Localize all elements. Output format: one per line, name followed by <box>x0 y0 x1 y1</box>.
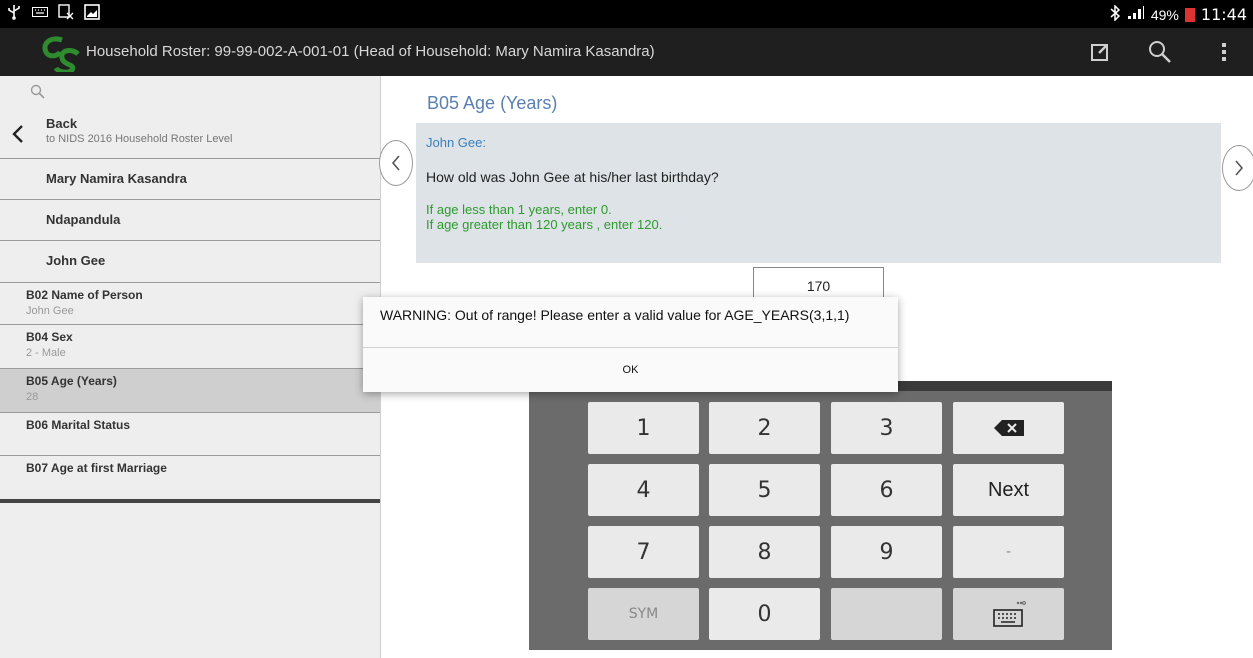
case-tree-sidebar: Back to NIDS 2016 Household Roster Level… <box>0 76 381 658</box>
field-name: B07 Age at first Marriage <box>26 461 167 475</box>
field-value: 2 - Male <box>26 347 66 359</box>
ok-button[interactable]: OK <box>363 348 898 392</box>
member-item[interactable]: Ndapandula <box>0 199 380 239</box>
back-sublabel: to NIDS 2016 Household Roster Level <box>46 133 233 145</box>
dialog-message: WARNING: Out of range! Please enter a va… <box>380 307 850 323</box>
member-name: Ndapandula <box>46 212 121 227</box>
previous-question-button[interactable] <box>379 140 413 186</box>
field-name: B04 Sex <box>26 330 73 344</box>
chevron-left-icon <box>391 155 400 171</box>
question-heading: B05 Age (Years) <box>427 93 558 113</box>
keyboard-icon <box>992 601 1026 627</box>
member-name: Mary Namira Kasandra <box>46 171 187 186</box>
age-input-value: 170 <box>806 278 831 294</box>
battery-percent: 49% <box>1150 6 1179 23</box>
space-key[interactable] <box>831 588 942 640</box>
overflow-menu-icon[interactable] <box>1210 38 1238 66</box>
search-icon[interactable] <box>1146 38 1174 66</box>
usb-icon <box>6 4 22 20</box>
notification-icon <box>58 4 74 20</box>
next-key[interactable]: Next <box>953 464 1064 516</box>
signal-icon <box>1127 6 1145 23</box>
chevron-right-icon <box>1235 160 1244 176</box>
status-bar: 49% 11:44 <box>0 0 1253 28</box>
page-title: Household Roster: 99-99-002-A-001-01 (He… <box>86 43 655 60</box>
keyboard-icon <box>32 4 48 20</box>
edit-icon[interactable] <box>1086 38 1114 66</box>
divider <box>0 499 380 503</box>
field-value: John Gee <box>26 305 74 317</box>
minus-key[interactable]: - <box>953 526 1064 578</box>
next-question-button[interactable] <box>1222 145 1253 191</box>
backspace-key[interactable] <box>953 402 1064 454</box>
search-icon[interactable] <box>30 84 46 105</box>
field-item-b07[interactable]: B07 Age at first Marriage <box>0 455 380 499</box>
question-instructions: If age less than 1 years, enter 0. If ag… <box>426 202 662 232</box>
back-button[interactable]: Back to NIDS 2016 Household Roster Level <box>0 112 380 156</box>
chevron-left-icon <box>12 124 24 149</box>
field-value: 28 <box>26 391 39 403</box>
age-input[interactable]: 170 <box>753 267 884 299</box>
warning-dialog: WARNING: Out of range! Please enter a va… <box>363 297 898 392</box>
question-person: John Gee: <box>426 135 486 150</box>
field-item-b05[interactable]: B05 Age (Years) 28 <box>0 368 380 412</box>
app-logo[interactable] <box>38 34 82 75</box>
field-item-b04[interactable]: B04 Sex 2 - Male <box>0 324 380 368</box>
key-3[interactable]: 3 <box>831 402 942 454</box>
field-name: B05 Age (Years) <box>26 374 117 388</box>
field-name: B06 Marital Status <box>26 418 131 432</box>
question-text: How old was John Gee at his/her last bir… <box>426 169 719 185</box>
backspace-icon <box>993 420 1024 436</box>
key-8[interactable]: 8 <box>709 526 820 578</box>
field-item-b06[interactable]: B06 Marital Status <box>0 412 380 455</box>
member-item[interactable]: Mary Namira Kasandra <box>0 158 380 198</box>
key-7[interactable]: 7 <box>588 526 699 578</box>
key-9[interactable]: 9 <box>831 526 942 578</box>
key-0[interactable]: 0 <box>709 588 820 640</box>
member-name: John Gee <box>46 253 106 268</box>
image-icon <box>84 4 100 20</box>
member-item[interactable]: John Gee <box>0 240 380 280</box>
key-4[interactable]: 4 <box>588 464 699 516</box>
field-item-b02[interactable]: B02 Name of Person John Gee <box>0 282 380 324</box>
key-6[interactable]: 6 <box>831 464 942 516</box>
sym-key[interactable]: SYM <box>588 588 699 640</box>
bluetooth-icon <box>1109 4 1121 24</box>
key-1[interactable]: 1 <box>588 402 699 454</box>
numeric-keyboard: 1 2 3 4 5 6 Next 7 8 9 - SYM 0 <box>529 381 1112 650</box>
battery-icon <box>1184 7 1195 22</box>
key-2[interactable]: 2 <box>709 402 820 454</box>
clock: 11:44 <box>1200 5 1247 24</box>
key-5[interactable]: 5 <box>709 464 820 516</box>
instruction-line: If age less than 1 years, enter 0. <box>426 202 612 217</box>
action-bar: Household Roster: 99-99-002-A-001-01 (He… <box>0 28 1253 76</box>
back-label: Back <box>46 116 78 131</box>
question-panel: John Gee: How old was John Gee at his/he… <box>416 123 1221 263</box>
keyboard-switch-key[interactable] <box>953 588 1064 640</box>
instruction-line: If age greater than 120 years , enter 12… <box>426 217 663 232</box>
field-name: B02 Name of Person <box>26 288 143 302</box>
